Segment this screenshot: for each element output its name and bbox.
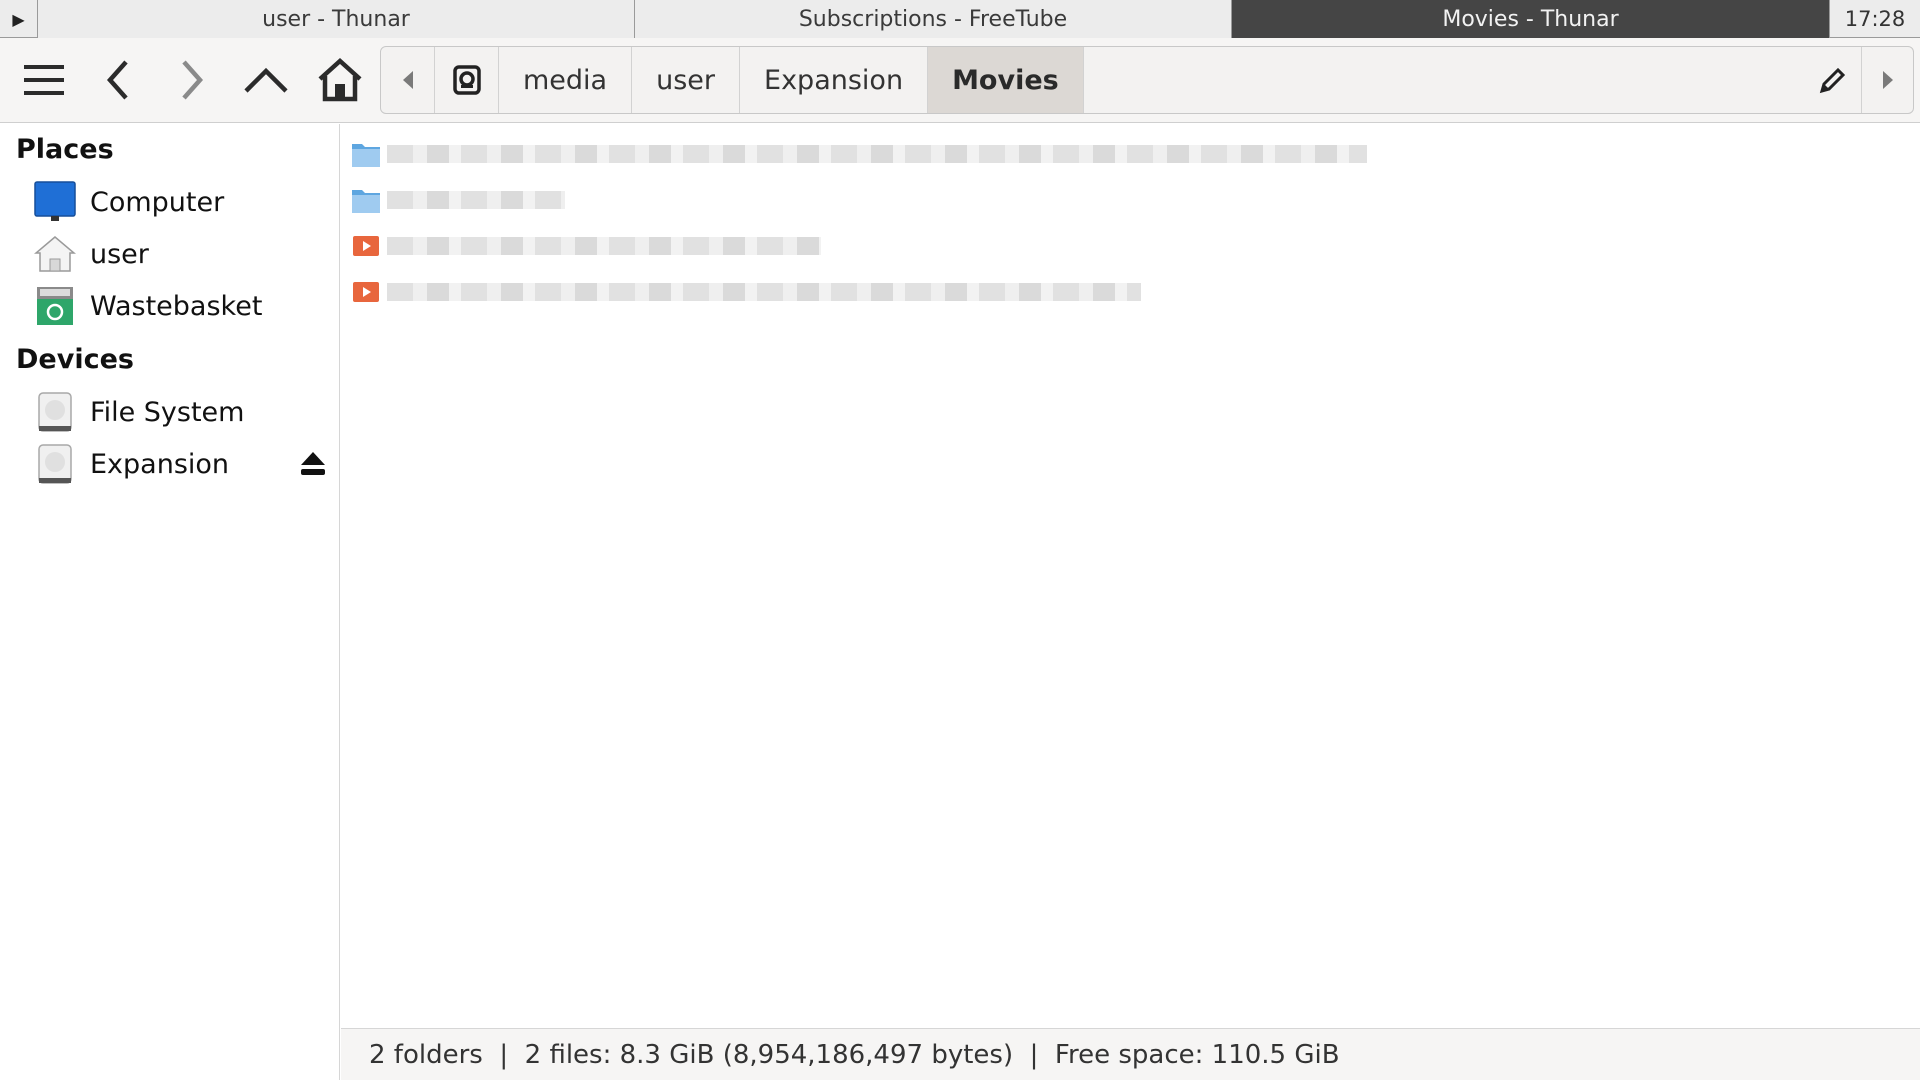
path-scroll-right-button[interactable]	[1861, 47, 1913, 113]
sidebar-item-user[interactable]: user	[34, 231, 334, 277]
sidebar-item-label: Wastebasket	[90, 290, 263, 322]
file-name-redacted	[387, 185, 565, 215]
back-button[interactable]	[93, 54, 145, 106]
file-name-redacted	[387, 231, 821, 261]
edit-location-button[interactable]	[1805, 47, 1861, 113]
forward-button[interactable]	[165, 54, 217, 106]
home-folder-icon	[34, 233, 76, 275]
sidebar-item-label: Expansion	[90, 448, 230, 480]
folder-icon	[351, 185, 381, 215]
folder-icon	[351, 139, 381, 169]
path-root-button[interactable]	[435, 47, 499, 113]
sidebar-item-expansion[interactable]: Expansion	[34, 441, 334, 487]
up-icon	[244, 67, 288, 93]
crumb-movies[interactable]: Movies	[928, 47, 1084, 113]
drive-icon	[34, 391, 76, 433]
eject-icon	[301, 452, 325, 475]
video-file-icon	[351, 231, 381, 261]
places-heading: Places	[16, 134, 114, 165]
sidebar-item-label: user	[90, 238, 149, 270]
sidebar-item-label: Computer	[90, 186, 225, 218]
sidebar-item-computer[interactable]: Computer	[34, 179, 334, 225]
drive-root-icon	[452, 65, 481, 95]
devices-heading: Devices	[16, 344, 134, 375]
clock-time: 17:28	[1844, 7, 1906, 31]
home-icon	[318, 57, 362, 102]
status-text: 2 folders | 2 files: 8.3 GiB (8,954,186,…	[369, 1039, 1340, 1070]
eject-button[interactable]	[296, 447, 330, 481]
taskbar-menu-button[interactable]: ▶	[0, 0, 38, 38]
toolbar: media user Expansion Movies	[0, 38, 1920, 123]
pencil-icon	[1819, 67, 1846, 94]
taskbar-task-movies-thunar[interactable]: Movies - Thunar	[1232, 0, 1829, 38]
file-name-redacted	[387, 139, 1367, 169]
computer-icon	[34, 181, 76, 223]
forward-icon	[182, 60, 204, 100]
file-row-video-2[interactable]	[351, 272, 1141, 312]
crumb-expansion[interactable]: Expansion	[740, 47, 929, 113]
task-title: Movies - Thunar	[1442, 6, 1619, 32]
crumb-user[interactable]: user	[632, 47, 741, 113]
file-list	[341, 124, 1920, 1028]
video-file-icon	[351, 277, 381, 307]
file-row-folder-1[interactable]	[351, 134, 1367, 174]
path-scroll-left-button[interactable]	[381, 47, 435, 113]
play-arrow-icon: ▶	[12, 9, 25, 29]
triangle-left-icon	[402, 71, 413, 89]
clock[interactable]: 17:28	[1829, 0, 1920, 38]
path-bar: media user Expansion Movies	[380, 46, 1914, 114]
triangle-right-icon	[1882, 71, 1893, 89]
task-title: user - Thunar	[262, 6, 410, 32]
file-name-redacted	[387, 277, 1141, 307]
sidebar-item-label: File System	[90, 396, 245, 428]
home-button[interactable]	[314, 54, 366, 106]
file-row-video-1[interactable]	[351, 226, 821, 266]
back-icon	[106, 60, 128, 100]
task-title: Subscriptions - FreeTube	[798, 6, 1068, 32]
taskbar: ▶ user - Thunar Subscriptions - FreeTube…	[0, 0, 1920, 38]
up-button[interactable]	[240, 54, 292, 106]
wastebasket-icon	[34, 285, 76, 327]
sidebar-item-wastebasket[interactable]: Wastebasket	[34, 283, 334, 329]
taskbar-task-user-thunar[interactable]: user - Thunar	[38, 0, 635, 38]
menu-button[interactable]	[18, 54, 70, 106]
sidebar-item-file-system[interactable]: File System	[34, 389, 334, 435]
drive-icon	[34, 443, 76, 485]
crumb-media[interactable]: media	[499, 47, 633, 113]
taskbar-task-freetube[interactable]: Subscriptions - FreeTube	[635, 0, 1232, 38]
path-bar-spacer	[1084, 47, 1805, 113]
status-bar: 2 folders | 2 files: 8.3 GiB (8,954,186,…	[341, 1028, 1920, 1080]
menu-icon	[24, 65, 64, 95]
sidebar: Places Computer user Wastebasket Devices…	[0, 124, 340, 1080]
file-row-folder-2[interactable]	[351, 180, 565, 220]
